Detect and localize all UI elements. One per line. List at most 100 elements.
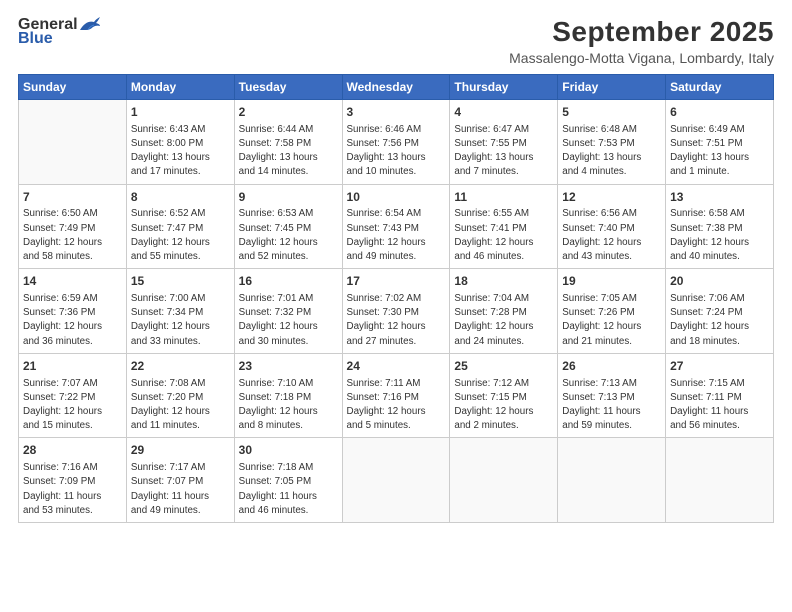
page: General Blue September 2025 Massalengo-M… [0, 0, 792, 612]
calendar-cell: 30 Sunrise: 7:18 AMSunset: 7:05 PMDayligh… [234, 438, 342, 523]
calendar-cell: 14Sunrise: 6:59 AMSunset: 7:36 PMDayligh… [19, 269, 127, 354]
day-number: 7 [23, 189, 122, 206]
cell-content: Sunrise: 6:47 AMSunset: 7:55 PMDaylight:… [454, 123, 553, 180]
calendar-cell [558, 438, 666, 523]
calendar-cell: 27Sunrise: 7:15 AMSunset: 7:11 PMDayligh… [666, 353, 774, 438]
calendar-body: 1Sunrise: 6:43 AMSunset: 8:00 PMDaylight… [19, 100, 774, 523]
calendar-cell: 28Sunrise: 7:16 AMSunset: 7:09 PMDayligh… [19, 438, 127, 523]
calendar-cell: 24 Sunrise: 7:11 AMSunset: 7:16 PMDayligh… [342, 353, 450, 438]
calendar-cell: 4Sunrise: 6:47 AMSunset: 7:55 PMDaylight… [450, 100, 558, 185]
cell-content: Sunrise: 7:01 AMSunset: 7:32 PMDaylight:… [239, 292, 338, 349]
cell-content: Sunrise: 7:10 AMSunset: 7:18 PMDaylight:… [239, 377, 338, 434]
cell-content: Sunrise: 6:55 AMSunset: 7:41 PMDaylight:… [454, 207, 553, 264]
day-number: 5 [562, 104, 661, 121]
calendar-cell: 11Sunrise: 6:55 AMSunset: 7:41 PMDayligh… [450, 184, 558, 269]
cell-content: Sunrise: 6:49 AMSunset: 7:51 PMDaylight:… [670, 123, 769, 180]
day-number: 14 [23, 273, 122, 290]
cell-content: Sunrise: 6:52 AMSunset: 7:47 PMDaylight:… [131, 207, 230, 264]
day-number: 23 [239, 358, 338, 375]
day-number: 20 [670, 273, 769, 290]
calendar-cell: 25 Sunrise: 7:12 AMSunset: 7:15 PMDayligh… [450, 353, 558, 438]
cell-content: Sunrise: 7:00 AMSunset: 7:34 PMDaylight:… [131, 292, 230, 349]
day-number: 19 [562, 273, 661, 290]
calendar-cell: 2 Sunrise: 6:44 AMSunset: 7:58 PMDaylight… [234, 100, 342, 185]
calendar-week-row: 7Sunrise: 6:50 AMSunset: 7:49 PMDaylight… [19, 184, 774, 269]
day-number: 8 [131, 189, 230, 206]
calendar-cell: 1Sunrise: 6:43 AMSunset: 8:00 PMDaylight… [126, 100, 234, 185]
calendar-cell [666, 438, 774, 523]
day-number: 18 [454, 273, 553, 290]
day-number: 17 [347, 273, 446, 290]
calendar-cell [450, 438, 558, 523]
header: General Blue September 2025 Massalengo-M… [18, 16, 774, 66]
cell-content: Sunrise: 6:44 AMSunset: 7:58 PMDaylight:… [239, 123, 338, 180]
logo-blue-text: Blue [18, 30, 53, 48]
cell-content: Sunrise: 7:18 AMSunset: 7:05 PMDaylight:… [239, 461, 338, 518]
calendar-title: September 2025 [509, 16, 774, 48]
cell-content: Sunrise: 7:02 AMSunset: 7:30 PMDaylight:… [347, 292, 446, 349]
day-number: 6 [670, 104, 769, 121]
weekday-header: Tuesday [234, 75, 342, 100]
calendar-cell: 29Sunrise: 7:17 AMSunset: 7:07 PMDayligh… [126, 438, 234, 523]
day-number: 12 [562, 189, 661, 206]
cell-content: Sunrise: 6:56 AMSunset: 7:40 PMDaylight:… [562, 207, 661, 264]
cell-content: Sunrise: 7:12 AMSunset: 7:15 PMDaylight:… [454, 377, 553, 434]
day-number: 11 [454, 189, 553, 206]
calendar-cell: 17 Sunrise: 7:02 AMSunset: 7:30 PMDayligh… [342, 269, 450, 354]
title-block: September 2025 Massalengo-Motta Vigana, … [509, 16, 774, 66]
day-number: 3 [347, 104, 446, 121]
cell-content: Sunrise: 6:58 AMSunset: 7:38 PMDaylight:… [670, 207, 769, 264]
day-number: 10 [347, 189, 446, 206]
day-number: 2 [239, 104, 338, 121]
logo-bird-icon [78, 16, 100, 34]
calendar-cell: 16 Sunrise: 7:01 AMSunset: 7:32 PMDayligh… [234, 269, 342, 354]
cell-content: Sunrise: 6:43 AMSunset: 8:00 PMDaylight:… [131, 123, 230, 180]
weekday-header: Thursday [450, 75, 558, 100]
calendar-cell: 9Sunrise: 6:53 AMSunset: 7:45 PMDaylight… [234, 184, 342, 269]
cell-content: Sunrise: 7:07 AMSunset: 7:22 PMDaylight:… [23, 377, 122, 434]
cell-content: Sunrise: 6:46 AMSunset: 7:56 PMDaylight:… [347, 123, 446, 180]
day-number: 22 [131, 358, 230, 375]
calendar-subtitle: Massalengo-Motta Vigana, Lombardy, Italy [509, 50, 774, 66]
weekday-header: Wednesday [342, 75, 450, 100]
calendar-week-row: 21 Sunrise: 7:07 AMSunset: 7:22 PMDayligh… [19, 353, 774, 438]
weekday-header: Monday [126, 75, 234, 100]
cell-content: Sunrise: 7:11 AMSunset: 7:16 PMDaylight:… [347, 377, 446, 434]
calendar-cell: 21 Sunrise: 7:07 AMSunset: 7:22 PMDayligh… [19, 353, 127, 438]
calendar-cell: 6 Sunrise: 6:49 AMSunset: 7:51 PMDaylight… [666, 100, 774, 185]
cell-content: Sunrise: 6:50 AMSunset: 7:49 PMDaylight:… [23, 207, 122, 264]
cell-content: Sunrise: 7:13 AMSunset: 7:13 PMDaylight:… [562, 377, 661, 434]
weekday-header: Sunday [19, 75, 127, 100]
day-number: 9 [239, 189, 338, 206]
calendar-cell: 7Sunrise: 6:50 AMSunset: 7:49 PMDaylight… [19, 184, 127, 269]
day-number: 26 [562, 358, 661, 375]
calendar-cell: 12Sunrise: 6:56 AMSunset: 7:40 PMDayligh… [558, 184, 666, 269]
calendar-week-row: 1Sunrise: 6:43 AMSunset: 8:00 PMDaylight… [19, 100, 774, 185]
calendar-cell: 5 Sunrise: 6:48 AMSunset: 7:53 PMDaylight… [558, 100, 666, 185]
day-number: 27 [670, 358, 769, 375]
day-number: 25 [454, 358, 553, 375]
cell-content: Sunrise: 6:48 AMSunset: 7:53 PMDaylight:… [562, 123, 661, 180]
cell-content: Sunrise: 7:16 AMSunset: 7:09 PMDaylight:… [23, 461, 122, 518]
cell-content: Sunrise: 7:06 AMSunset: 7:24 PMDaylight:… [670, 292, 769, 349]
calendar-cell: 13Sunrise: 6:58 AMSunset: 7:38 PMDayligh… [666, 184, 774, 269]
day-number: 15 [131, 273, 230, 290]
cell-content: Sunrise: 7:04 AMSunset: 7:28 PMDaylight:… [454, 292, 553, 349]
day-number: 16 [239, 273, 338, 290]
cell-content: Sunrise: 6:54 AMSunset: 7:43 PMDaylight:… [347, 207, 446, 264]
calendar-header: SundayMondayTuesdayWednesdayThursdayFrid… [19, 75, 774, 100]
day-number: 30 [239, 442, 338, 459]
day-number: 29 [131, 442, 230, 459]
logo: General Blue [18, 16, 100, 48]
cell-content: Sunrise: 7:05 AMSunset: 7:26 PMDaylight:… [562, 292, 661, 349]
calendar-cell: 22 Sunrise: 7:08 AMSunset: 7:20 PMDayligh… [126, 353, 234, 438]
cell-content: Sunrise: 7:08 AMSunset: 7:20 PMDaylight:… [131, 377, 230, 434]
calendar-cell: 23 Sunrise: 7:10 AMSunset: 7:18 PMDayligh… [234, 353, 342, 438]
weekday-header: Friday [558, 75, 666, 100]
calendar-cell: 26 Sunrise: 7:13 AMSunset: 7:13 PMDayligh… [558, 353, 666, 438]
calendar-table: SundayMondayTuesdayWednesdayThursdayFrid… [18, 74, 774, 523]
calendar-cell: 8Sunrise: 6:52 AMSunset: 7:47 PMDaylight… [126, 184, 234, 269]
day-number: 21 [23, 358, 122, 375]
day-number: 24 [347, 358, 446, 375]
calendar-week-row: 14Sunrise: 6:59 AMSunset: 7:36 PMDayligh… [19, 269, 774, 354]
